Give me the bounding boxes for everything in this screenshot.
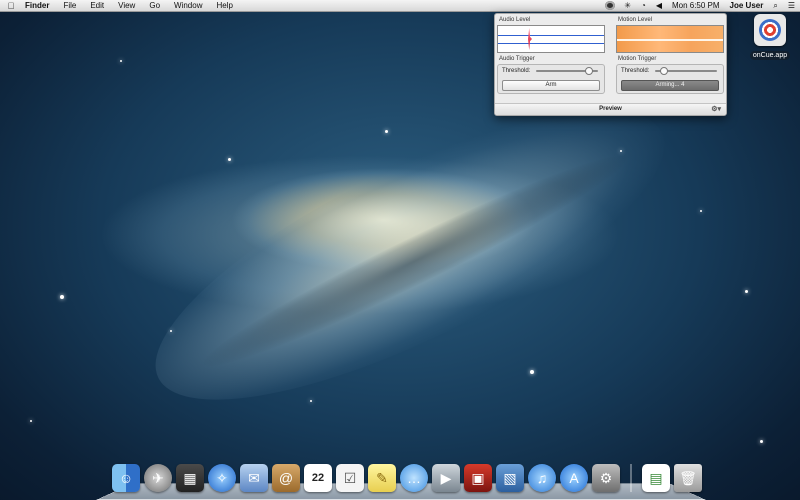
oncue-target-icon: [754, 14, 786, 46]
menu-go[interactable]: Go: [142, 0, 167, 11]
itunes-icon[interactable]: ♫: [528, 464, 556, 492]
motion-trigger-title: Motion Trigger: [618, 56, 657, 62]
safari-icon[interactable]: ✧: [208, 464, 236, 492]
facetime-icon[interactable]: ▶: [432, 464, 460, 492]
menu-help[interactable]: Help: [209, 0, 239, 11]
mission-control-icon[interactable]: ▦: [176, 464, 204, 492]
contacts-icon[interactable]: @: [272, 464, 300, 492]
preview-footer[interactable]: Preview ⚙▾: [495, 103, 726, 115]
apple-icon[interactable]: : [0, 1, 22, 11]
messages-icon[interactable]: …: [400, 464, 428, 492]
motion-threshold-label: Threshold:: [621, 68, 650, 74]
audio-column: Audio Level Audio Trigger Threshold: Arm: [497, 17, 605, 94]
menu-file[interactable]: File: [56, 0, 83, 11]
notes-icon[interactable]: ✎: [368, 464, 396, 492]
calendar-icon[interactable]: 22: [304, 464, 332, 492]
audio-threshold-label: Threshold:: [502, 68, 531, 74]
system-preferences-icon[interactable]: ⚙: [592, 464, 620, 492]
menu-user[interactable]: Joe User: [725, 0, 769, 11]
desktop-app-icon[interactable]: onCue.app: [748, 14, 792, 60]
audio-level-title: Audio Level: [499, 17, 531, 23]
trash-icon[interactable]: 🗑: [674, 464, 702, 492]
star: [620, 150, 622, 152]
dock: ☺ ✈ ▦ ✧ ✉ @ 22 ☑ ✎ … ▶ ▣ ▧ ♫ A ⚙ ▤ 🗑: [96, 464, 706, 500]
preview-title: Preview: [599, 106, 622, 112]
audio-threshold-slider[interactable]: [536, 67, 598, 75]
launchpad-icon[interactable]: ✈: [144, 464, 172, 492]
arming-button[interactable]: Arming... 4: [621, 80, 719, 91]
motion-level-meter: [616, 25, 724, 53]
star: [170, 330, 172, 332]
list-icon[interactable]: ☰: [783, 0, 800, 11]
oncue-camera-icon[interactable]: [605, 1, 616, 10]
photo-booth-icon[interactable]: ▣: [464, 464, 492, 492]
iphoto-icon[interactable]: ▧: [496, 464, 524, 492]
motion-column: Motion Level Motion Trigger Threshold: A…: [616, 17, 724, 94]
star: [30, 420, 32, 422]
gear-icon[interactable]: ⚙▾: [711, 104, 721, 115]
menu-edit[interactable]: Edit: [83, 0, 111, 11]
star: [745, 290, 748, 293]
menu-bar:  Finder File Edit View Go Window Help ✳…: [0, 0, 800, 12]
wifi-icon[interactable]: ◔: [636, 0, 651, 11]
desktop-app-label: onCue.app: [749, 51, 791, 60]
oncue-popover: Audio Level Audio Trigger Threshold: Arm…: [494, 13, 727, 116]
audio-level-meter: [497, 25, 605, 53]
menu-view[interactable]: View: [111, 0, 142, 11]
dock-icons: ☺ ✈ ▦ ✧ ✉ @ 22 ☑ ✎ … ▶ ▣ ▧ ♫ A ⚙ ▤ 🗑: [112, 464, 702, 492]
star: [385, 130, 388, 133]
motion-level-title: Motion Level: [618, 17, 653, 23]
audio-trigger-title: Audio Trigger: [499, 56, 535, 62]
star: [310, 400, 312, 402]
menu-app-name[interactable]: Finder: [22, 0, 56, 11]
audio-threshold-knob[interactable]: [584, 67, 593, 75]
star: [530, 370, 534, 374]
star: [700, 210, 702, 212]
app-store-icon[interactable]: A: [560, 464, 588, 492]
arm-button[interactable]: Arm: [502, 80, 600, 91]
star: [120, 60, 122, 62]
star: [60, 295, 64, 299]
star: [228, 158, 231, 161]
document-icon[interactable]: ▤: [642, 464, 670, 492]
menu-clock[interactable]: Mon 6:50 PM: [667, 0, 725, 11]
search-icon[interactable]: ⌕: [768, 0, 782, 11]
star: [760, 440, 763, 443]
dock-separator: [630, 464, 632, 492]
motion-threshold-knob[interactable]: [660, 67, 669, 75]
motion-threshold-slider[interactable]: [655, 67, 717, 75]
finder-icon[interactable]: ☺: [112, 464, 140, 492]
reminders-icon[interactable]: ☑: [336, 464, 364, 492]
mail-icon[interactable]: ✉: [240, 464, 268, 492]
audio-trigger-box: Threshold: Arm: [497, 64, 605, 94]
menu-window[interactable]: Window: [167, 0, 209, 11]
motion-trigger-box: Threshold: Arming... 4: [616, 64, 724, 94]
audio-spike: [528, 28, 532, 50]
bluetooth-icon[interactable]: ✳: [619, 0, 636, 11]
volume-icon[interactable]: ◀: [651, 0, 667, 11]
